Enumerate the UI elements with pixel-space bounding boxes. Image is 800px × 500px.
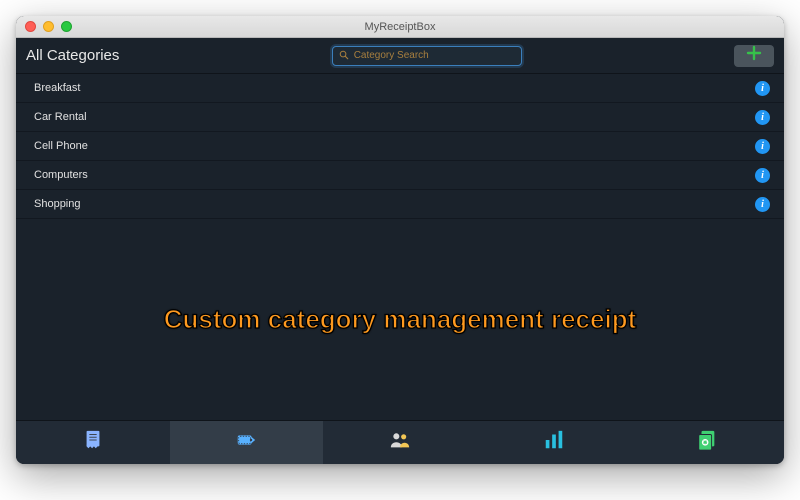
- tab-receipts[interactable]: [16, 421, 170, 464]
- add-category-button[interactable]: [734, 45, 774, 67]
- list-item[interactable]: Computers i: [16, 161, 784, 190]
- tab-people[interactable]: [323, 421, 477, 464]
- bar-chart-icon: [542, 429, 566, 456]
- export-icon: [695, 429, 719, 456]
- app-window: MyReceiptBox All Categories Breakfast i …: [16, 16, 784, 464]
- caption-area: Custom category management receipt: [16, 219, 784, 420]
- window-controls: [16, 21, 72, 32]
- overlay-caption: Custom category management receipt: [164, 304, 636, 335]
- list-item[interactable]: Shopping i: [16, 190, 784, 219]
- list-item[interactable]: Cell Phone i: [16, 132, 784, 161]
- minimize-window-button[interactable]: [43, 21, 54, 32]
- list-item-label: Shopping: [34, 198, 755, 210]
- titlebar: MyReceiptBox: [16, 16, 784, 38]
- window-title: MyReceiptBox: [16, 21, 784, 33]
- info-icon[interactable]: i: [755, 139, 770, 154]
- search-input[interactable]: [349, 50, 515, 61]
- info-icon[interactable]: i: [755, 168, 770, 183]
- people-icon: [388, 429, 412, 456]
- info-icon[interactable]: i: [755, 81, 770, 96]
- list-item-label: Cell Phone: [34, 140, 755, 152]
- toolbar-center: [119, 46, 734, 66]
- search-field[interactable]: [332, 46, 522, 66]
- zoom-window-button[interactable]: [61, 21, 72, 32]
- page-title: All Categories: [26, 47, 119, 64]
- search-icon: [339, 47, 349, 65]
- list-item[interactable]: Breakfast i: [16, 74, 784, 103]
- category-list: Breakfast i Car Rental i Cell Phone i Co…: [16, 74, 784, 219]
- tab-stats[interactable]: [477, 421, 631, 464]
- info-icon[interactable]: i: [755, 197, 770, 212]
- tab-bar: [16, 420, 784, 464]
- tab-export[interactable]: [630, 421, 784, 464]
- toolbar: All Categories: [16, 38, 784, 74]
- info-icon[interactable]: i: [755, 110, 770, 125]
- list-item-label: Computers: [34, 169, 755, 181]
- tab-categories[interactable]: [170, 421, 324, 464]
- plus-icon: [746, 45, 762, 66]
- list-item-label: Breakfast: [34, 82, 755, 94]
- list-item-label: Car Rental: [34, 111, 755, 123]
- list-item[interactable]: Car Rental i: [16, 103, 784, 132]
- close-window-button[interactable]: [25, 21, 36, 32]
- tag-icon: [234, 429, 258, 456]
- receipt-icon: [81, 429, 105, 456]
